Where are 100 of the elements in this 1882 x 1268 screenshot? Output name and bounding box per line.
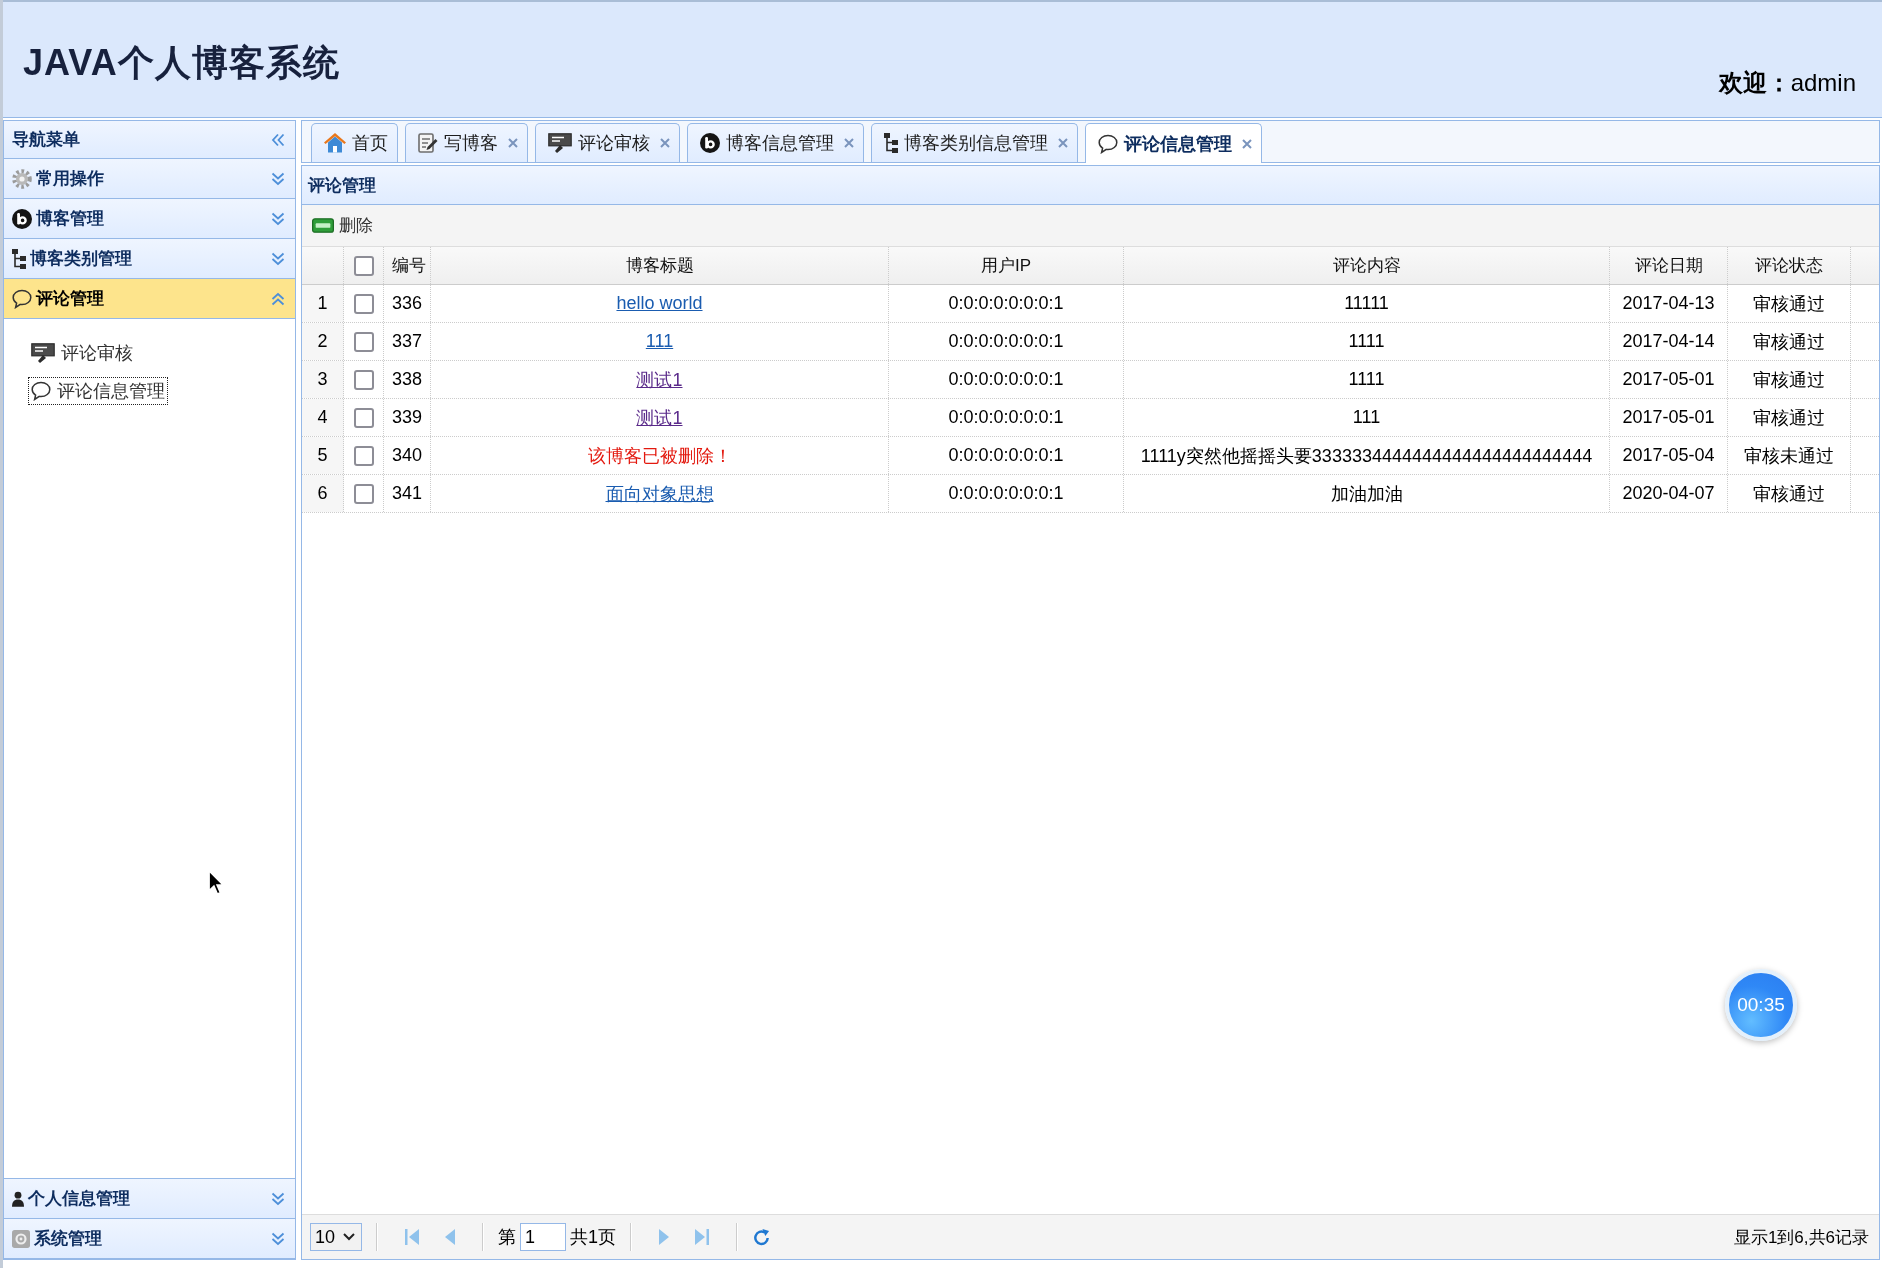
table-cell: 2017-04-14 [1610,323,1728,360]
column-header[interactable]: 用户IP [889,247,1124,284]
table-cell: 0:0:0:0:0:0:0:1 [889,437,1124,474]
table-cell: 2017-05-04 [1610,437,1728,474]
tab[interactable]: 首页 [311,123,398,162]
double-chevron-up-icon[interactable] [271,291,285,306]
row-number: 2 [302,323,344,360]
page-total: 共1页 [570,1226,617,1249]
table-cell: 2017-05-01 [1610,399,1728,436]
tab[interactable]: 评论审核 [535,123,680,162]
table-cell: 0:0:0:0:0:0:0:1 [889,475,1124,512]
home-icon [324,133,346,153]
table-cell: 2017-05-01 [1610,361,1728,398]
table-cell: 审核通过 [1728,399,1851,436]
table-cell: 111 [1124,399,1610,436]
accordion-header[interactable]: 评论管理 [4,279,295,319]
menu-item[interactable]: 评论信息管理 [28,377,168,405]
row-checkbox[interactable] [353,445,374,466]
welcome-text: 欢迎：admin [1718,67,1856,98]
table-cell: 339 [384,399,431,436]
table-cell: 337 [384,323,431,360]
tab[interactable]: 博客信息管理 [687,123,864,162]
table-cell: 2020-04-07 [1610,475,1728,512]
row-number: 1 [302,285,344,322]
letter-circle-icon [700,133,720,153]
accordion-header[interactable]: 博客管理 [4,199,295,239]
speech-bubble-icon [31,381,51,401]
row-checkbox[interactable] [353,369,374,390]
row-checkbox[interactable] [353,293,374,314]
column-header[interactable]: 编号 [384,247,431,284]
table-cell: 审核通过 [1728,475,1851,512]
table-cell: 341 [384,475,431,512]
tree-icon [12,248,26,269]
blog-title-link[interactable]: 111 [645,331,674,352]
refresh-icon[interactable] [752,1227,772,1247]
mouse-pointer-icon [208,870,224,895]
double-chevron-left-icon[interactable] [271,132,285,147]
close-icon[interactable] [844,138,854,148]
double-chevron-down-icon[interactable] [271,171,285,186]
accordion-header[interactable]: 博客类别管理 [4,239,295,279]
app-title: JAVA个人博客系统 [23,41,340,85]
tree-icon [884,133,898,153]
accordion-header[interactable]: 系统管理 [4,1219,295,1259]
accordion-header[interactable]: 常用操作 [4,159,295,199]
column-header[interactable]: 博客标题 [431,247,889,284]
tab[interactable]: 评论信息管理 [1085,123,1262,163]
menu-item[interactable]: 评论审核 [28,339,136,367]
table-cell: 审核通过 [1728,323,1851,360]
double-chevron-down-icon[interactable] [271,1231,285,1246]
table-cell: 1111 [1124,323,1610,360]
document-pen-icon [418,133,438,153]
accordion-header[interactable]: 个人信息管理 [4,1179,295,1219]
table-cell: 1111y突然他摇摇头要3333334444444444444444444444 [1124,437,1610,474]
blog-title-link[interactable]: 面向对象思想 [605,481,714,506]
table-cell: 2017-04-13 [1610,285,1728,322]
close-icon[interactable] [1242,138,1252,149]
double-chevron-down-icon[interactable] [271,251,285,266]
table-cell: 340 [384,437,431,474]
table-cell: 审核未通过 [1728,437,1851,474]
table-cell: 该博客已被删除！ [431,437,889,474]
minus-icon [312,218,334,233]
table-cell: 1111 [1124,361,1610,398]
page-label: 第 [498,1226,517,1249]
row-checkbox[interactable] [353,331,374,352]
table-cell: 0:0:0:0:0:0:0:1 [889,323,1124,360]
select-all-checkbox[interactable] [353,255,374,276]
tab[interactable]: 博客类别信息管理 [871,123,1078,162]
row-number: 3 [302,361,344,398]
page-size-select[interactable]: 10 [310,1223,363,1251]
panel-title: 评论管理 [302,166,1879,205]
speech-bubble-icon [12,288,32,309]
blog-title-link[interactable]: 测试1 [636,405,683,430]
page-input[interactable]: 1 [520,1223,567,1251]
tab[interactable]: 写博客 [405,123,528,162]
close-icon[interactable] [660,138,670,148]
table-cell: 0:0:0:0:0:0:0:1 [889,361,1124,398]
column-header[interactable]: 评论内容 [1124,247,1610,284]
screen-pen-icon [31,343,55,363]
delete-button[interactable]: 删除 [312,214,373,237]
close-icon[interactable] [1058,138,1068,148]
gear-icon [12,168,32,189]
row-number: 5 [302,437,344,474]
close-icon[interactable] [508,138,518,148]
disc-tile-icon [12,1229,30,1248]
blog-title-link[interactable]: hello world [616,293,703,314]
panel-title: 导航菜单 [12,129,80,151]
row-number: 6 [302,475,344,512]
row-checkbox[interactable] [353,483,374,504]
blog-title-link[interactable]: 测试1 [636,367,683,392]
column-header[interactable]: 评论状态 [1728,247,1851,284]
double-chevron-down-icon[interactable] [271,1191,285,1206]
column-header[interactable]: 评论日期 [1610,247,1728,284]
table-cell: 11111 [1124,285,1610,322]
double-chevron-down-icon[interactable] [271,211,285,226]
row-checkbox[interactable] [353,407,374,428]
person-icon [12,1190,24,1207]
table-cell: 审核通过 [1728,361,1851,398]
table-cell: 0:0:0:0:0:0:0:1 [889,285,1124,322]
speech-bubble-icon [1098,133,1118,154]
table-cell: 338 [384,361,431,398]
